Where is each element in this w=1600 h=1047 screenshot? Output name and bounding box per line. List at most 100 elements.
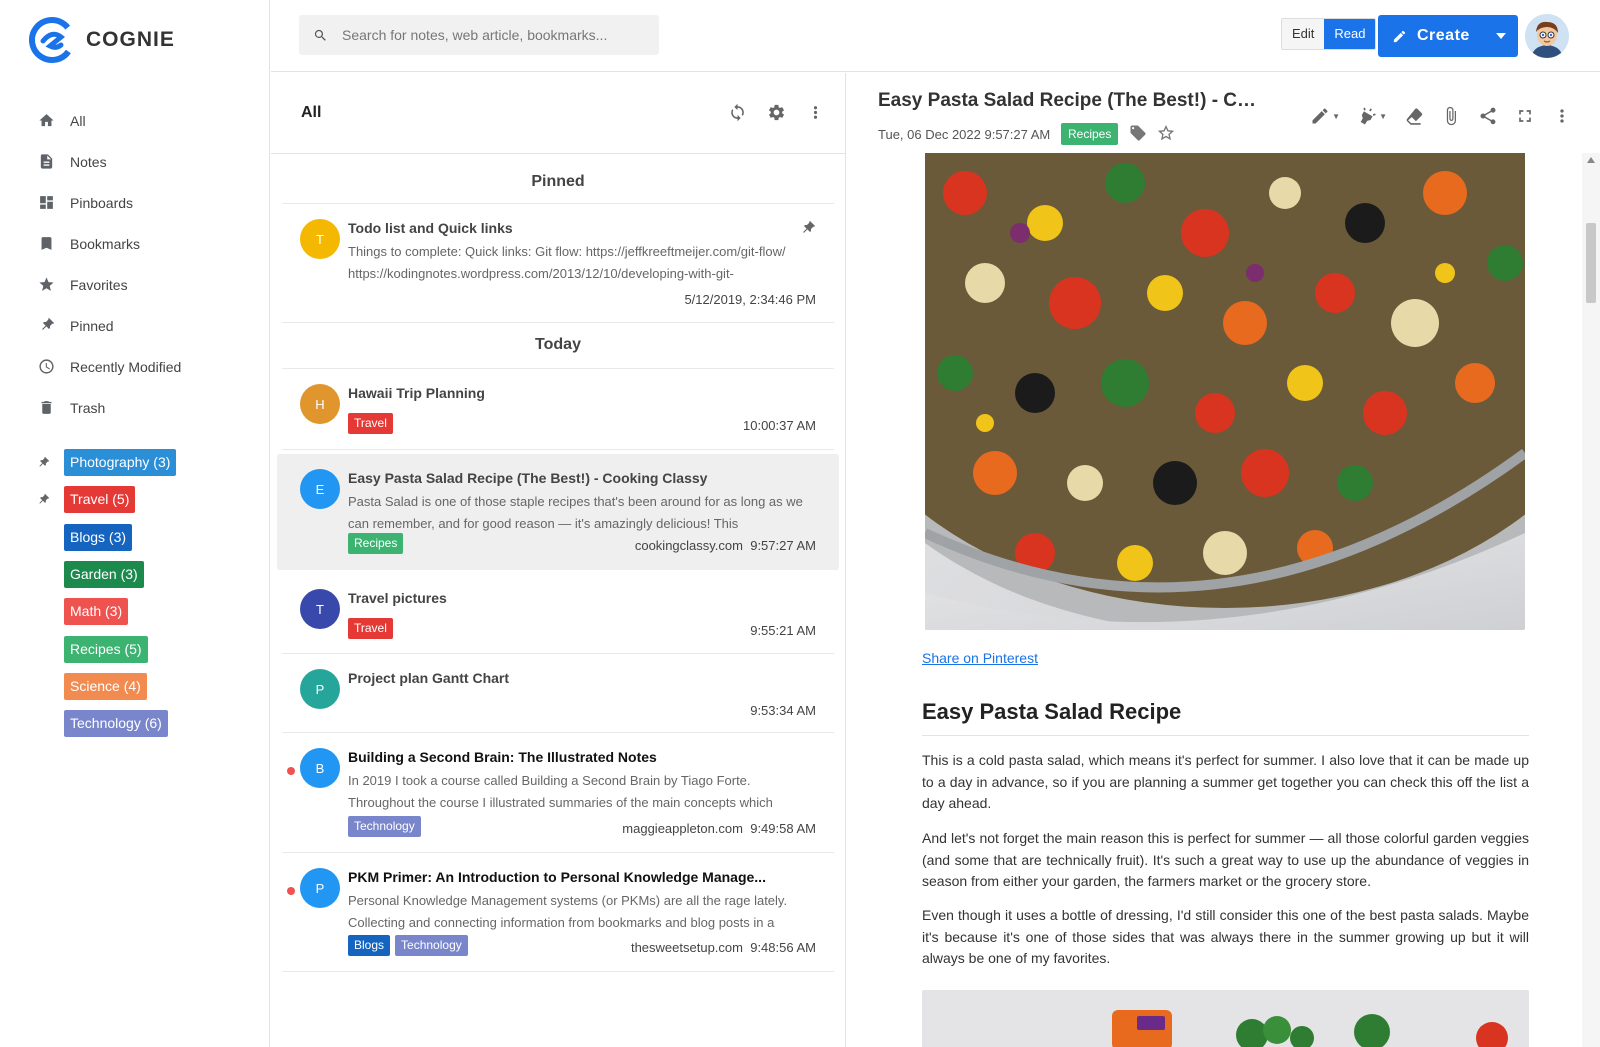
attachment-button[interactable] — [1441, 106, 1461, 126]
mode-toggle: Edit Read — [1281, 18, 1377, 50]
note-item[interactable]: H Hawaii Trip Planning Travel 10:00:37 A… — [282, 369, 834, 450]
note-body: Todo list and Quick links Things to comp… — [348, 219, 790, 284]
note-tags: Travel — [348, 413, 393, 434]
tag-photography[interactable]: Photography (3) — [64, 449, 177, 477]
tag-row: Travel (5) — [36, 481, 256, 518]
sidebar-nav: All Notes Pinboards Bookmarks Favorites … — [36, 100, 256, 428]
note-tag[interactable]: Technology — [395, 935, 468, 956]
note-avatar: T — [300, 219, 340, 259]
tag-row: Photography (3) — [36, 444, 256, 481]
note-tags: Technology — [348, 816, 421, 837]
create-main[interactable]: Create — [1378, 27, 1484, 45]
clock-icon — [36, 357, 56, 377]
note-item[interactable]: T Travel pictures Travel 9:55:21 AM — [282, 574, 834, 654]
search-box[interactable] — [299, 15, 659, 55]
article-content: Share on Pinterest Easy Pasta Salad Reci… — [922, 153, 1532, 1047]
note-avatar: P — [300, 868, 340, 908]
pin-icon[interactable] — [36, 493, 64, 507]
note-list-panel: All Pinned T Todo list and Quick links T… — [271, 73, 846, 1047]
note-tag[interactable]: Recipes — [348, 533, 404, 554]
note-body: Travel pictures — [348, 589, 816, 607]
reader-more-button[interactable] — [1552, 106, 1572, 126]
create-button[interactable]: Create — [1378, 15, 1518, 57]
note-source: maggieappleton.com — [622, 821, 743, 836]
section-today: Today — [282, 323, 834, 369]
tag-travel[interactable]: Travel (5) — [64, 486, 136, 514]
sidebar-item-label: Recently Modified — [70, 358, 182, 375]
sidebar-item-recently-modified[interactable]: Recently Modified — [36, 346, 256, 387]
note-time: 10:00:37 AM — [743, 418, 816, 433]
tag-recipes[interactable]: Recipes (5) — [64, 635, 148, 663]
tag-garden[interactable]: Garden (3) — [64, 561, 144, 589]
sidebar: COGNIE All Notes Pinboards Bookmarks Fav… — [0, 0, 270, 1047]
fullscreen-button[interactable] — [1515, 106, 1535, 126]
app-logo[interactable]: COGNIE — [28, 16, 175, 64]
more-vert-icon — [1560, 109, 1564, 123]
note-avatar: B — [300, 748, 340, 788]
unread-dot — [287, 767, 295, 775]
note-tags: Blogs Technology — [348, 935, 468, 956]
note-tag[interactable]: Travel — [348, 413, 393, 434]
pin-icon[interactable] — [36, 456, 64, 470]
note-tag[interactable]: Blogs — [348, 935, 391, 956]
note-item[interactable]: B Building a Second Brain: The Illustrat… — [282, 733, 834, 853]
note-item[interactable]: P PKM Primer: An Introduction to Persona… — [282, 853, 834, 972]
note-title: Project plan Gantt Chart — [348, 670, 510, 686]
tag-technology[interactable]: Technology (6) — [64, 710, 168, 738]
search-input[interactable] — [342, 27, 642, 43]
sidebar-item-all[interactable]: All — [36, 100, 256, 141]
pin-icon[interactable] — [799, 220, 816, 240]
note-title: Building a Second Brain: The Illustrated… — [348, 749, 657, 765]
sidebar-item-pinboards[interactable]: Pinboards — [36, 182, 256, 223]
marker-tool[interactable]: ▼ — [1357, 106, 1387, 126]
reader-meta-icons — [1129, 124, 1175, 142]
sidebar-item-notes[interactable]: Notes — [36, 141, 256, 182]
note-tag[interactable]: Travel — [348, 618, 393, 639]
tag-blogs[interactable]: Blogs (3) — [64, 523, 133, 551]
user-avatar[interactable] — [1525, 14, 1569, 58]
note-tag[interactable]: Technology — [348, 816, 421, 837]
eraser-tool[interactable] — [1404, 106, 1424, 126]
sidebar-item-pinned[interactable]: Pinned — [36, 305, 256, 346]
sidebar-item-label: Favorites — [70, 276, 128, 293]
share-on-pinterest-link[interactable]: Share on Pinterest — [922, 650, 1038, 666]
sidebar-item-favorites[interactable]: Favorites — [36, 264, 256, 305]
note-excerpt: Personal Knowledge Management systems (o… — [348, 893, 788, 930]
reader-scrollbar[interactable] — [1582, 153, 1600, 1047]
article-heading: Easy Pasta Salad Recipe — [922, 699, 1529, 736]
scrollbar-thumb[interactable] — [1586, 223, 1596, 303]
scroll-up-arrow-icon[interactable] — [1587, 157, 1595, 163]
sidebar-item-label: Trash — [70, 399, 106, 416]
star-outline-icon[interactable] — [1157, 124, 1175, 142]
note-item-selected[interactable]: E Easy Pasta Salad Recipe (The Best!) - … — [277, 454, 839, 570]
sidebar-item-bookmarks[interactable]: Bookmarks — [36, 223, 256, 264]
article-paragraph: And let's not forget the main reason thi… — [922, 830, 1529, 889]
settings-gear-icon[interactable] — [767, 103, 786, 122]
refresh-icon[interactable] — [728, 103, 747, 122]
cognie-logo-icon — [29, 17, 75, 63]
note-avatar: P — [300, 669, 340, 709]
pin-icon — [36, 316, 56, 336]
reader-date: Tue, 06 Dec 2022 9:57:27 AM — [878, 127, 1051, 142]
note-body: Easy Pasta Salad Recipe (The Best!) - Co… — [348, 469, 816, 534]
bookmark-icon — [36, 234, 56, 254]
highlighter-tool[interactable]: ▼ — [1310, 106, 1340, 126]
note-item[interactable]: P Project plan Gantt Chart 9:53:34 AM — [282, 654, 834, 733]
read-mode-button[interactable]: Read — [1324, 19, 1376, 49]
reader-tag[interactable]: Recipes — [1061, 123, 1119, 145]
create-dropdown-icon[interactable] — [1484, 33, 1518, 39]
reader-toolbar: ▼ ▼ — [1310, 106, 1572, 126]
tag-math[interactable]: Math (3) — [64, 598, 129, 626]
tag-science[interactable]: Science (4) — [64, 672, 147, 700]
more-vert-icon[interactable] — [806, 103, 825, 122]
tag-row: Recipes (5) — [36, 630, 256, 667]
tag-icon[interactable] — [1129, 124, 1147, 142]
pinned-note-item[interactable]: T Todo list and Quick links Things to co… — [282, 204, 834, 323]
edit-mode-button[interactable]: Edit — [1282, 19, 1325, 49]
share-button[interactable] — [1478, 106, 1498, 126]
sidebar-item-trash[interactable]: Trash — [36, 387, 256, 428]
pinboard-icon — [36, 193, 56, 213]
note-body: PKM Primer: An Introduction to Personal … — [348, 868, 816, 933]
list-header: All — [271, 73, 845, 154]
tag-row: Science (4) — [36, 668, 256, 705]
